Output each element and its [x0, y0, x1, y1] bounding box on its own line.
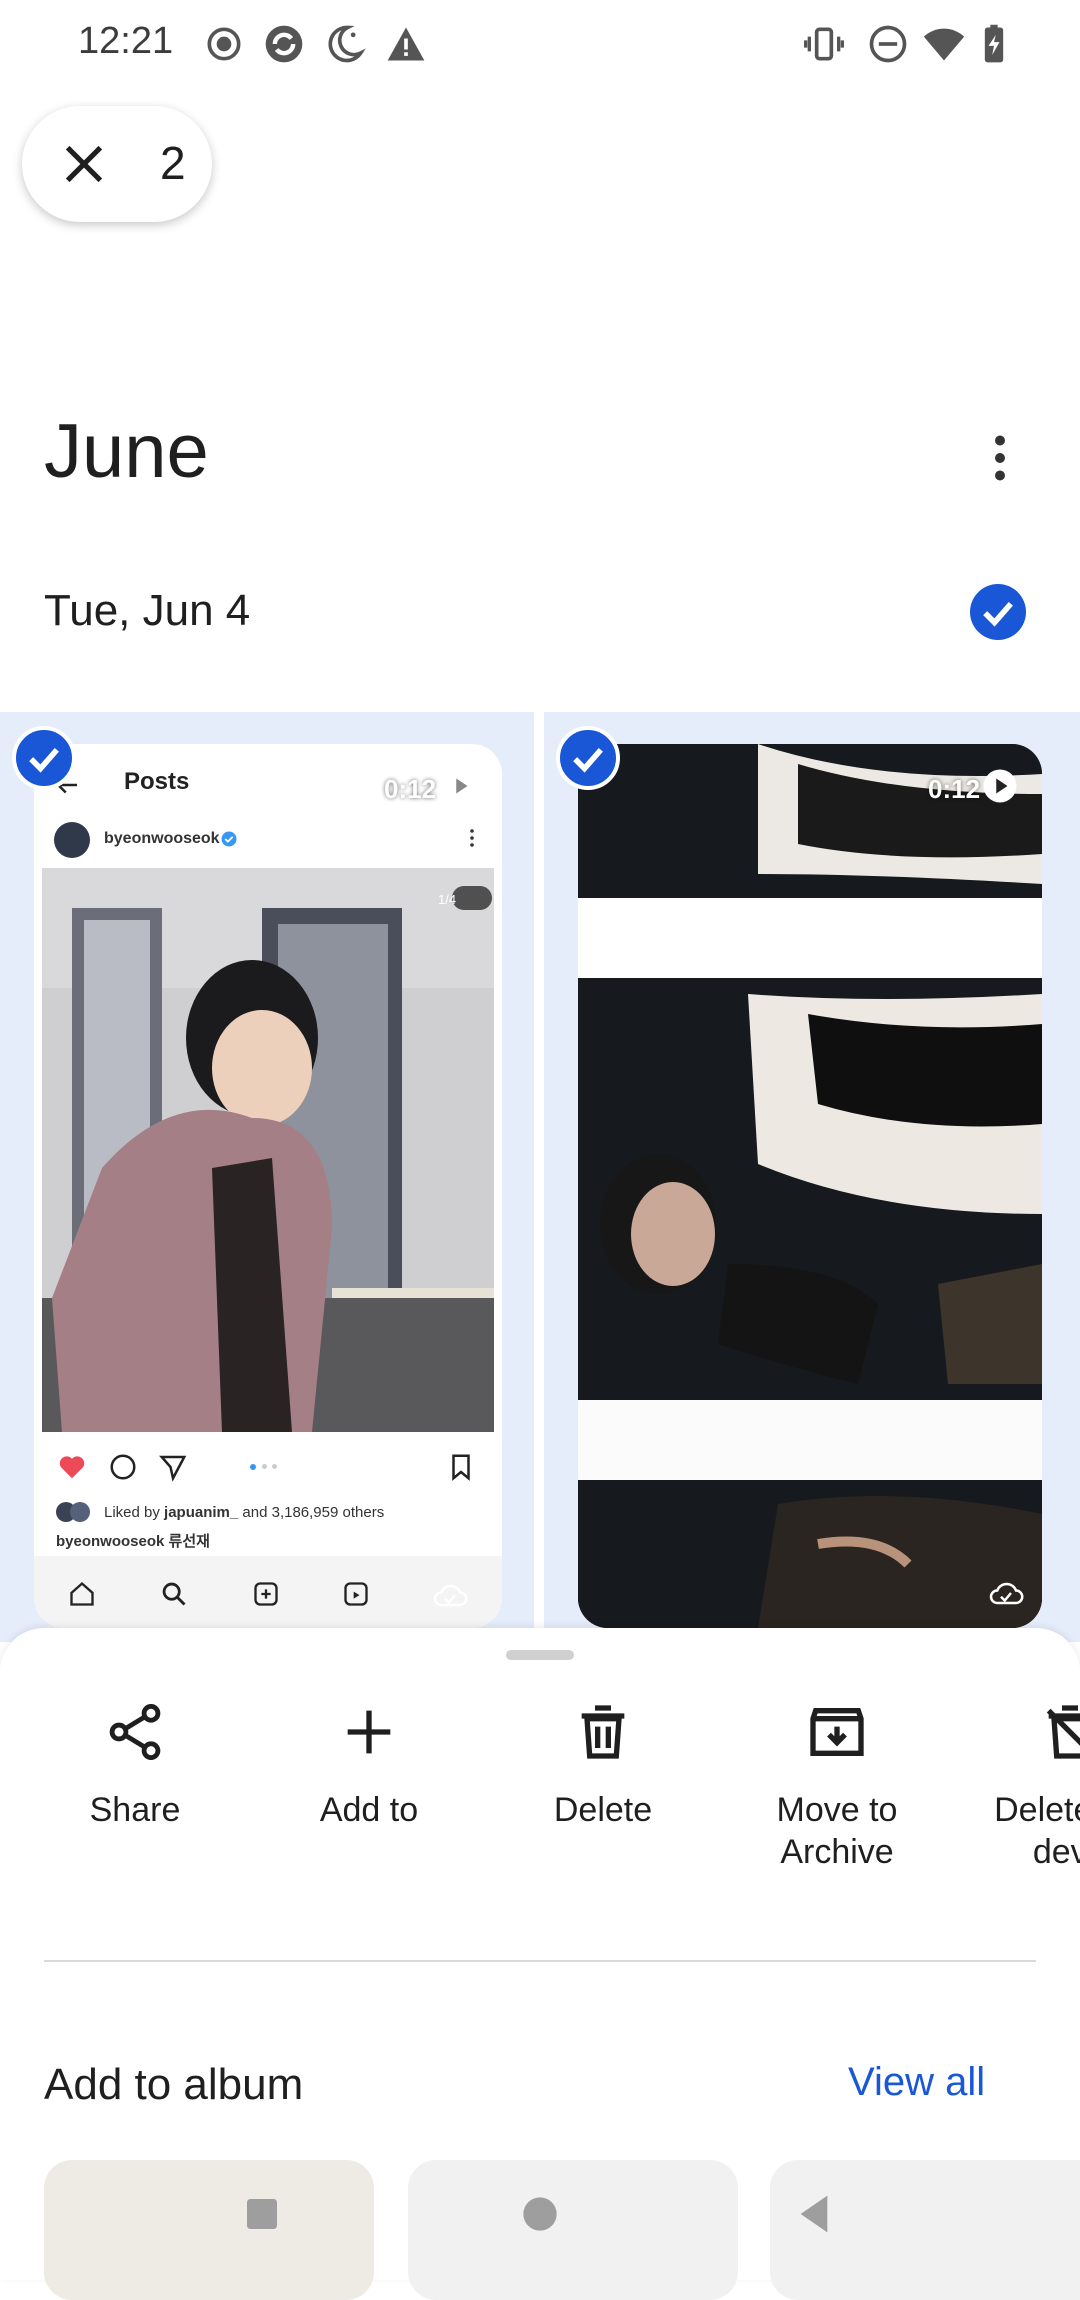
clear-selection-button[interactable]: 2 [22, 106, 212, 222]
delete-from-device-label: Delete from device [994, 1791, 1080, 1871]
select-date-checkbox[interactable] [970, 584, 1026, 640]
video-duration: 0:12 [928, 774, 981, 804]
check-icon [29, 747, 59, 773]
view-all-link[interactable]: View all [848, 2060, 985, 2105]
cloud-backup-icon [989, 1582, 1024, 1605]
album-card[interactable] [44, 2160, 374, 2300]
play-icon [443, 769, 477, 803]
add-to-album-title: Add to album [44, 2060, 304, 2109]
selected-count: 2 [160, 137, 186, 189]
delete-from-device-button[interactable]: Delete from device [956, 1700, 1080, 1873]
liked-prefix: Liked by [104, 1504, 160, 1521]
delete-label: Delete [553, 1791, 653, 1829]
bookmark-icon [452, 1454, 470, 1481]
carousel-dot [262, 1464, 267, 1469]
move-to-archive-label: Move to Archive [776, 1791, 898, 1871]
item-1-selected-checkbox[interactable] [12, 726, 76, 790]
delete-from-device-icon [1046, 1705, 1080, 1759]
battery-charging-icon [972, 22, 1016, 66]
vibrate-icon [802, 22, 846, 66]
liked-suffix: and 3,186,959 others [242, 1504, 385, 1521]
add-to-label: Add to [319, 1791, 419, 1829]
video-preview [578, 744, 1042, 1628]
liked-user: japuanim_ [164, 1504, 239, 1521]
check-icon [573, 747, 603, 773]
verified-icon [221, 831, 237, 847]
sheet-drag-handle[interactable] [506, 1650, 574, 1660]
post-likes: Liked by japuanim_ and 3,186,959 others [104, 1504, 384, 1521]
archive-icon [810, 1708, 864, 1756]
record-icon [202, 22, 246, 66]
night-mode-icon [322, 22, 366, 66]
reels-icon [344, 1582, 368, 1606]
sync-icon [262, 22, 306, 66]
back-nav-icon[interactable] [794, 2192, 834, 2236]
video-duration: 0:12 [384, 774, 437, 804]
add-to-button[interactable]: Add to [254, 1700, 484, 1831]
add-post-icon [254, 1582, 278, 1606]
search-icon [162, 1582, 186, 1606]
do-not-disturb-icon [866, 22, 910, 66]
share-button[interactable]: Share [20, 1700, 250, 1831]
share-label: Share [89, 1791, 181, 1829]
more-vert-icon [995, 435, 1005, 481]
share-icon [109, 1704, 161, 1760]
month-title: June [44, 409, 209, 494]
photo-page-indicator: 1/4 [438, 892, 457, 907]
cloud-backup-icon [433, 1584, 468, 1607]
play-icon [983, 769, 1017, 803]
comment-icon [110, 1454, 136, 1480]
carousel-dot [272, 1464, 277, 1469]
grid-gap [534, 712, 544, 1642]
divider [44, 1960, 1036, 1962]
avatar [70, 1502, 90, 1522]
album-card[interactable] [408, 2160, 738, 2300]
status-time: 12:21 [78, 20, 174, 62]
recents-nav-icon[interactable] [242, 2194, 282, 2234]
post-header-title: Posts [124, 768, 190, 795]
post-caption: byeonwooseok 류선재 [56, 1533, 210, 1550]
home-nav-icon[interactable] [520, 2194, 560, 2234]
post-username: byeonwooseok [104, 830, 220, 847]
post-photo [42, 868, 494, 1432]
media-item-1[interactable]: Posts 0:12 byeonwooseok 1/4 Liked by jap… [34, 744, 502, 1628]
trash-icon [581, 1705, 625, 1759]
more-options-button[interactable] [970, 428, 1030, 488]
check-icon [983, 601, 1013, 627]
carousel-dots [250, 1464, 256, 1470]
more-vert-icon [470, 829, 474, 847]
item-2-selected-checkbox[interactable] [556, 726, 620, 790]
close-icon [65, 145, 103, 183]
home-icon [70, 1581, 94, 1606]
send-icon [158, 1455, 187, 1482]
alert-icon [384, 22, 428, 66]
date-section-label: Tue, Jun 4 [44, 586, 251, 635]
media-item-2[interactable]: 0:12 [578, 744, 1042, 1628]
wifi-icon [922, 22, 966, 66]
move-to-archive-button[interactable]: Move to Archive [722, 1700, 952, 1873]
plus-icon [347, 1710, 391, 1754]
delete-button[interactable]: Delete [488, 1700, 718, 1831]
heart-icon [59, 1456, 85, 1479]
avatar [54, 822, 90, 858]
